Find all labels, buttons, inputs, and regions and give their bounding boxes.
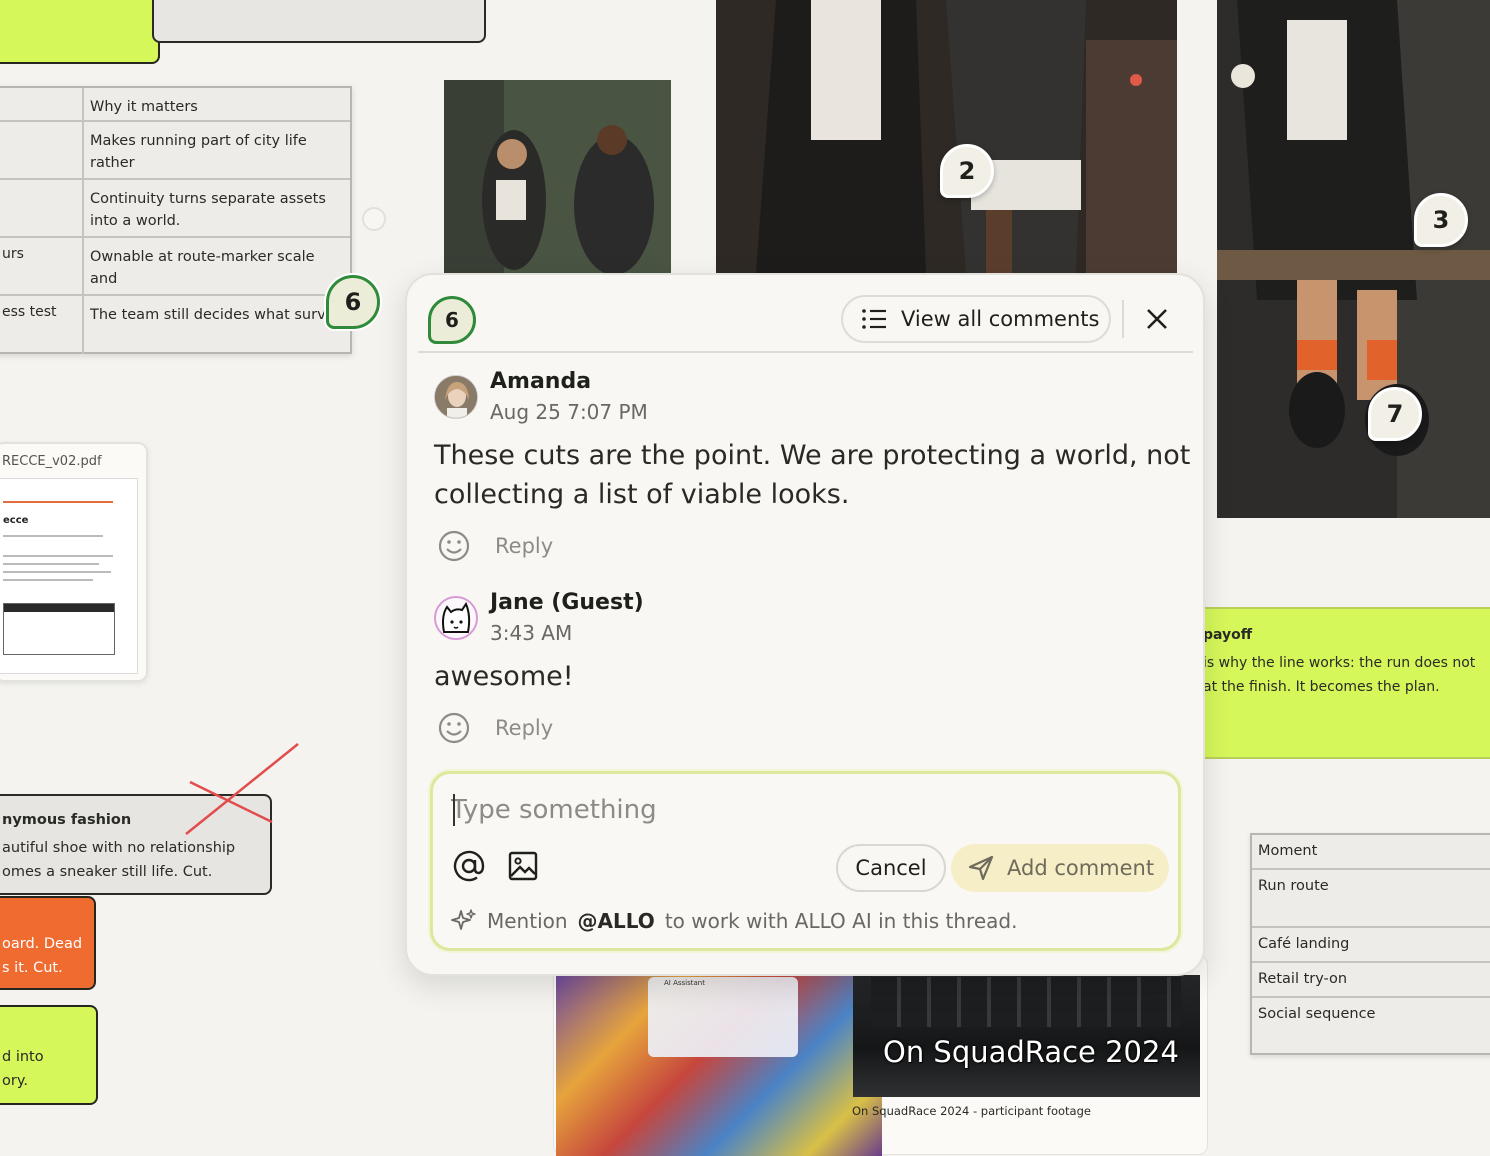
- table-cell: urs: [0, 238, 84, 294]
- connector-handle[interactable]: [362, 207, 386, 231]
- table-cell: Makes running part of city life rather t…: [90, 133, 307, 178]
- close-icon: [1147, 309, 1167, 329]
- comment-actions: Reply: [437, 529, 553, 563]
- table-row: Makes running part of city life rather t…: [0, 122, 350, 180]
- table-cell: ess test: [0, 296, 84, 354]
- reply-button[interactable]: Reply: [495, 716, 553, 740]
- left-table[interactable]: Why it matters Makes running part of cit…: [0, 86, 352, 354]
- table-row: Retail try-on: [1252, 963, 1490, 998]
- table-cell: The team still decides what surviv: [90, 307, 339, 323]
- photo-runners-park[interactable]: [444, 80, 671, 273]
- hint-post: to work with ALLO AI in this thread.: [664, 909, 1018, 933]
- sticky-title: nymous fashion: [2, 812, 132, 828]
- table-row: Café landing: [1252, 928, 1490, 963]
- pdf-filename: RECCE_v02.pdf: [2, 454, 102, 469]
- sticky-note-payoff[interactable]: payoff is why the line works: the run do…: [1203, 607, 1490, 759]
- ai-mention-hint: Mention @ALLO to work with ALLO AI in th…: [451, 908, 1017, 934]
- comment-marker-3[interactable]: 3: [1414, 193, 1468, 247]
- pdf-preview: ecce: [0, 478, 138, 674]
- hint-mention: @ALLO: [577, 909, 655, 933]
- comment-body: awesome!: [434, 661, 574, 692]
- image-icon: [508, 851, 538, 881]
- divider: [1122, 300, 1124, 338]
- marker-number: 3: [1432, 206, 1450, 234]
- sticky-note-green-top[interactable]: [0, 0, 160, 64]
- table-cell: Ownable at route-marker scale and produc…: [90, 249, 315, 294]
- marker-number: 7: [1386, 400, 1404, 428]
- image-ai-assistant-collage[interactable]: AI Assistant: [556, 975, 882, 1156]
- avatar: [434, 375, 478, 419]
- close-button[interactable]: [1136, 298, 1178, 340]
- view-all-label: View all comments: [901, 307, 1100, 331]
- comment-marker-2[interactable]: 2: [940, 144, 994, 198]
- ai-assistant-window: [648, 977, 798, 1057]
- comment-marker-6[interactable]: 6: [326, 275, 380, 329]
- send-icon: [968, 855, 994, 881]
- comment-author: Amanda: [490, 369, 592, 394]
- comment-composer: Cancel Add comment Mention @ALLO to work…: [430, 771, 1181, 951]
- smiley-icon[interactable]: [437, 529, 471, 563]
- sticky-body: is why the line works: the run does not …: [1203, 655, 1476, 695]
- avatar: [434, 596, 478, 640]
- comment-timestamp: 3:43 AM: [490, 621, 573, 645]
- table-cell: [0, 88, 84, 120]
- sticky-note-orange[interactable]: oard. Dead s it. Cut.: [0, 896, 96, 990]
- marker-number: 2: [958, 157, 976, 185]
- thread-number: 6: [445, 308, 459, 332]
- comment-body: These cuts are the point. We are protect…: [434, 440, 1191, 510]
- video-caption: On SquadRace 2024 - participant footage: [852, 1104, 1091, 1118]
- right-table[interactable]: Moment Run route Café landing Retail try…: [1250, 833, 1490, 1055]
- marker-number: 6: [344, 288, 362, 316]
- add-comment-label: Add comment: [1007, 856, 1155, 880]
- pdf-card[interactable]: RECCE_v02.pdf ecce: [0, 442, 148, 682]
- photo-runner-cafe[interactable]: [1217, 0, 1490, 518]
- comment-marker-7[interactable]: 7: [1368, 387, 1422, 441]
- table-row: Run route: [1252, 870, 1490, 928]
- table-cell: Continuity turns separate assets into a …: [90, 191, 326, 229]
- pdf-title: ecce: [3, 515, 29, 526]
- comment-timestamp: Aug 25 7:07 PM: [490, 400, 648, 424]
- sticky-title: payoff: [1203, 627, 1253, 643]
- comment-input[interactable]: [451, 790, 1151, 830]
- sparkle-icon: [451, 909, 476, 930]
- at-icon: [453, 850, 485, 882]
- mention-button[interactable]: [451, 848, 487, 884]
- thread-number-badge: 6: [428, 296, 476, 344]
- table-row: Why it matters: [0, 88, 350, 122]
- comment-actions: Reply: [437, 711, 553, 745]
- cross-out-mark-icon: [185, 743, 299, 835]
- sticky-body: d into ory.: [2, 1049, 44, 1089]
- table-row: urs Ownable at route-marker scale and pr…: [0, 238, 350, 296]
- table-cell: Why it matters: [90, 99, 198, 115]
- text-caret: [453, 794, 455, 826]
- divider: [418, 351, 1193, 353]
- sticky-body: oard. Dead s it. Cut.: [2, 936, 83, 976]
- ai-assistant-label: AI Assistant: [664, 979, 705, 987]
- hint-pre: Mention: [487, 909, 568, 933]
- video-title: On SquadRace 2024: [883, 1035, 1179, 1069]
- reply-button[interactable]: Reply: [495, 534, 553, 558]
- list-icon: [862, 309, 886, 329]
- cancel-button[interactable]: Cancel: [836, 844, 946, 892]
- photo-runners-street[interactable]: [716, 0, 1177, 273]
- sticky-note-green-bottom[interactable]: d into ory.: [0, 1005, 98, 1105]
- video-thumbnail[interactable]: On SquadRace 2024: [853, 975, 1200, 1097]
- table-row: Continuity turns separate assets into a …: [0, 180, 350, 238]
- card-grey-top[interactable]: [152, 0, 486, 43]
- table-row: ess test The team still decides what sur…: [0, 296, 350, 354]
- table-row: Moment: [1252, 835, 1490, 870]
- table-cell: [0, 180, 84, 236]
- view-all-comments-button[interactable]: View all comments: [841, 295, 1111, 343]
- sticky-body: autiful shoe with no relationship omes a…: [2, 840, 236, 880]
- comment-author: Jane (Guest): [490, 590, 644, 615]
- add-comment-button[interactable]: Add comment: [951, 844, 1169, 892]
- smiley-icon[interactable]: [437, 711, 471, 745]
- table-cell: [0, 122, 84, 178]
- insert-image-button[interactable]: [505, 848, 541, 884]
- table-row: Social sequence: [1258, 1006, 1376, 1022]
